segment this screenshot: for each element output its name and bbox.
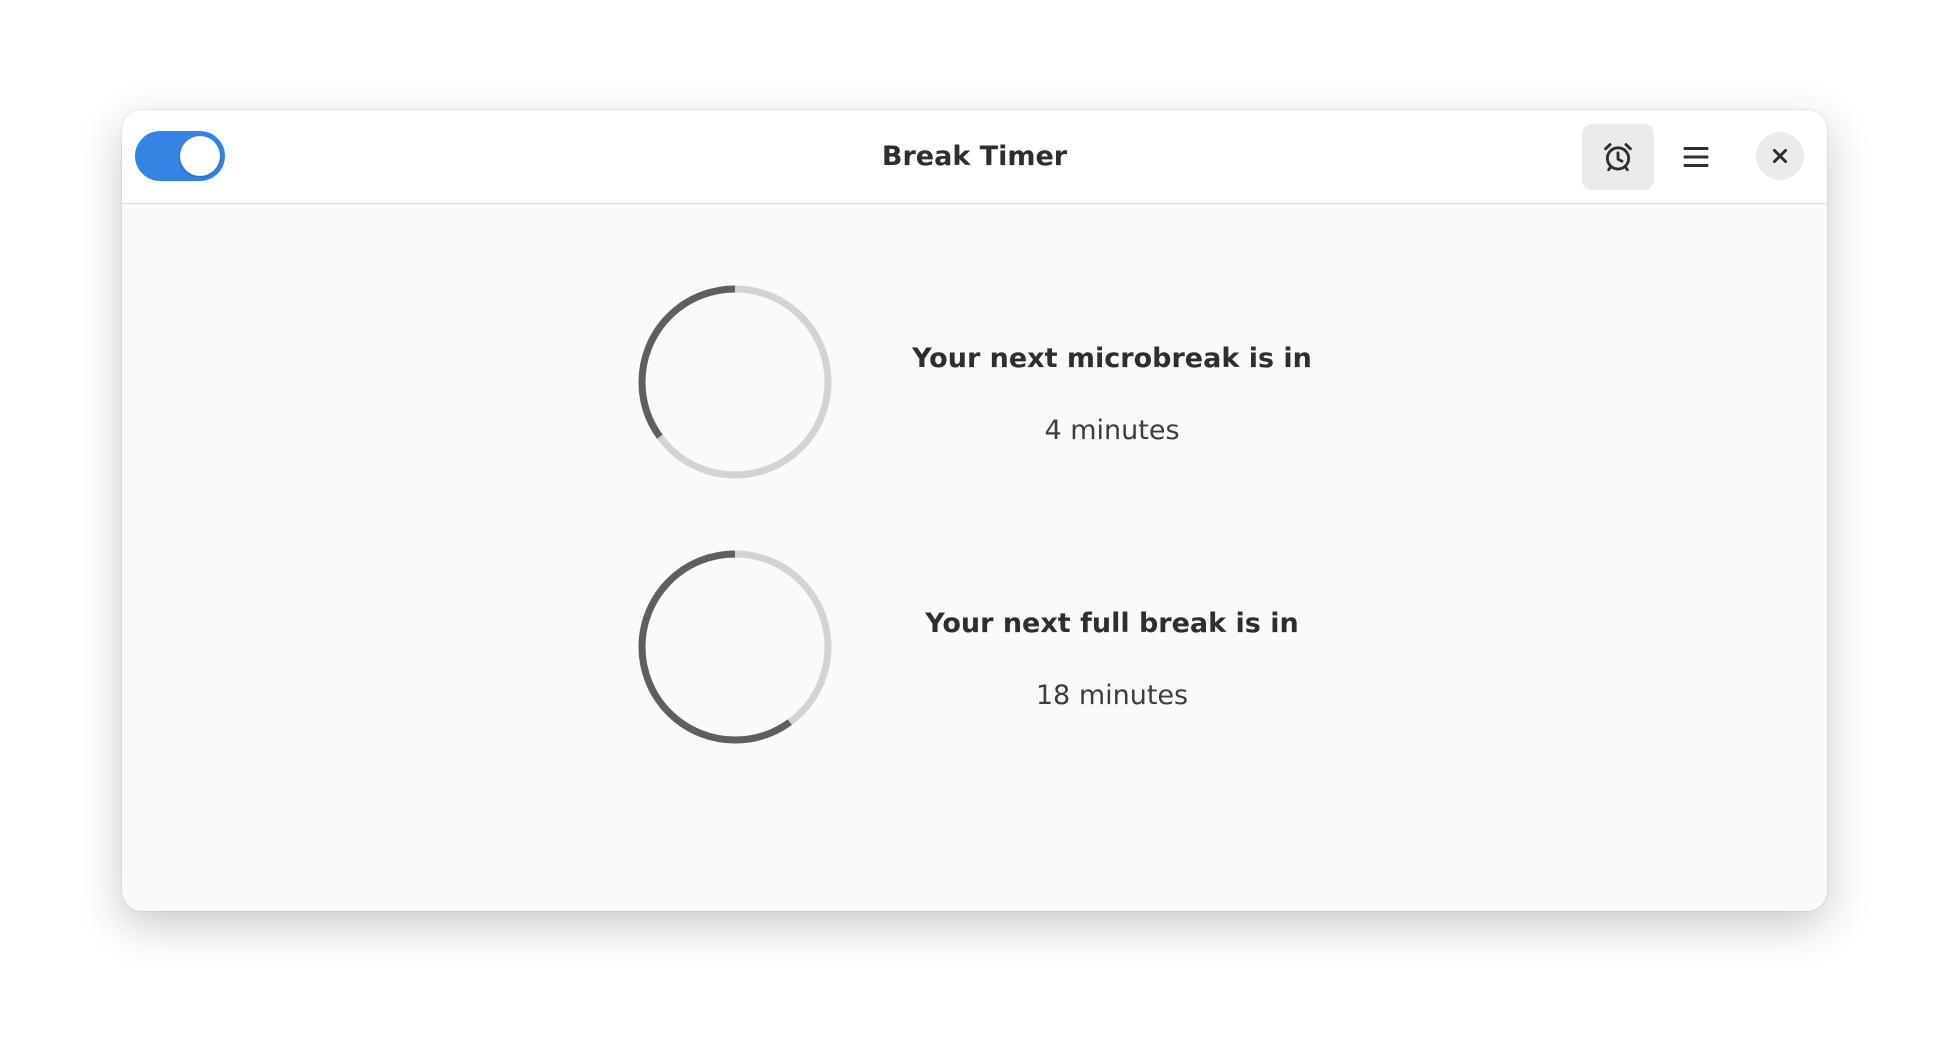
microbreak-text: Your next microbreak is in 4 minutes [902,339,1322,451]
enable-breaks-switch[interactable] [135,131,225,181]
switch-knob [180,136,220,176]
hamburger-menu-icon [1683,147,1709,167]
full-break-timer: Your next full break is in 18 minutes [122,547,1827,747]
microbreak-label: Your next microbreak is in [912,343,1312,374]
microbreak-timer: Your next microbreak is in 4 minutes [122,282,1827,482]
alarm-clock-icon [1604,143,1632,172]
break-timer-window: Break Timer Your next microbreak is in 4… [122,110,1827,911]
close-icon [1772,148,1788,164]
full-break-progress-ring [638,550,832,744]
main-menu-button[interactable] [1660,124,1732,190]
alarm-button[interactable] [1582,124,1654,190]
close-button[interactable] [1756,132,1804,180]
microbreak-countdown: 4 minutes [1044,415,1180,446]
full-break-countdown: 18 minutes [1035,680,1189,711]
timers-content: Your next microbreak is in 4 minutes You… [122,204,1827,911]
full-break-label: Your next full break is in [925,608,1299,639]
microbreak-progress-ring [638,285,832,479]
window-title: Break Timer [881,141,1068,172]
full-break-text: Your next full break is in 18 minutes [902,604,1322,716]
header-bar: Break Timer [122,110,1827,204]
